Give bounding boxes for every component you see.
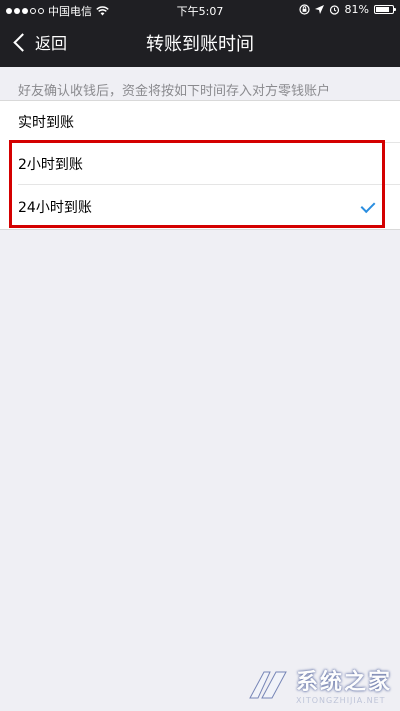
orientation-lock-icon	[298, 4, 310, 15]
option-2-hours[interactable]: 2小时到账	[18, 142, 400, 184]
option-24-hours[interactable]: 24小时到账	[18, 184, 400, 229]
watermark-logo	[246, 668, 290, 702]
watermark: 系统之家 XITONGZHIJIA.NET	[246, 664, 392, 705]
top-bar: 中国电信 下午5:07 81% 返回 转账到账时间	[0, 0, 400, 67]
option-label: 24小时到账	[18, 200, 92, 216]
status-bar: 中国电信 下午5:07 81%	[0, 0, 400, 20]
option-list: 实时到账 2小时到账 24小时到账	[0, 100, 400, 230]
watermark-text: 系统之家	[295, 670, 392, 695]
battery-percent: 81%	[344, 3, 369, 16]
option-label: 2小时到账	[18, 156, 83, 173]
navigation-bar: 返回 转账到账时间	[0, 20, 400, 67]
page-title: 转账到账时间	[146, 34, 254, 55]
battery-icon	[374, 5, 396, 14]
checkmark-icon	[360, 198, 376, 214]
option-label: 实时到账	[18, 114, 74, 131]
section-description: 好友确认收钱后，资金将按如下时间存入对方零钱账户	[18, 84, 331, 99]
status-right: 81%	[298, 3, 396, 16]
watermark-subtext: XITONGZHIJIA.NET	[295, 696, 386, 705]
alarm-icon	[329, 5, 339, 15]
location-arrow-icon	[314, 5, 324, 14]
option-realtime[interactable]: 实时到账	[18, 101, 400, 142]
